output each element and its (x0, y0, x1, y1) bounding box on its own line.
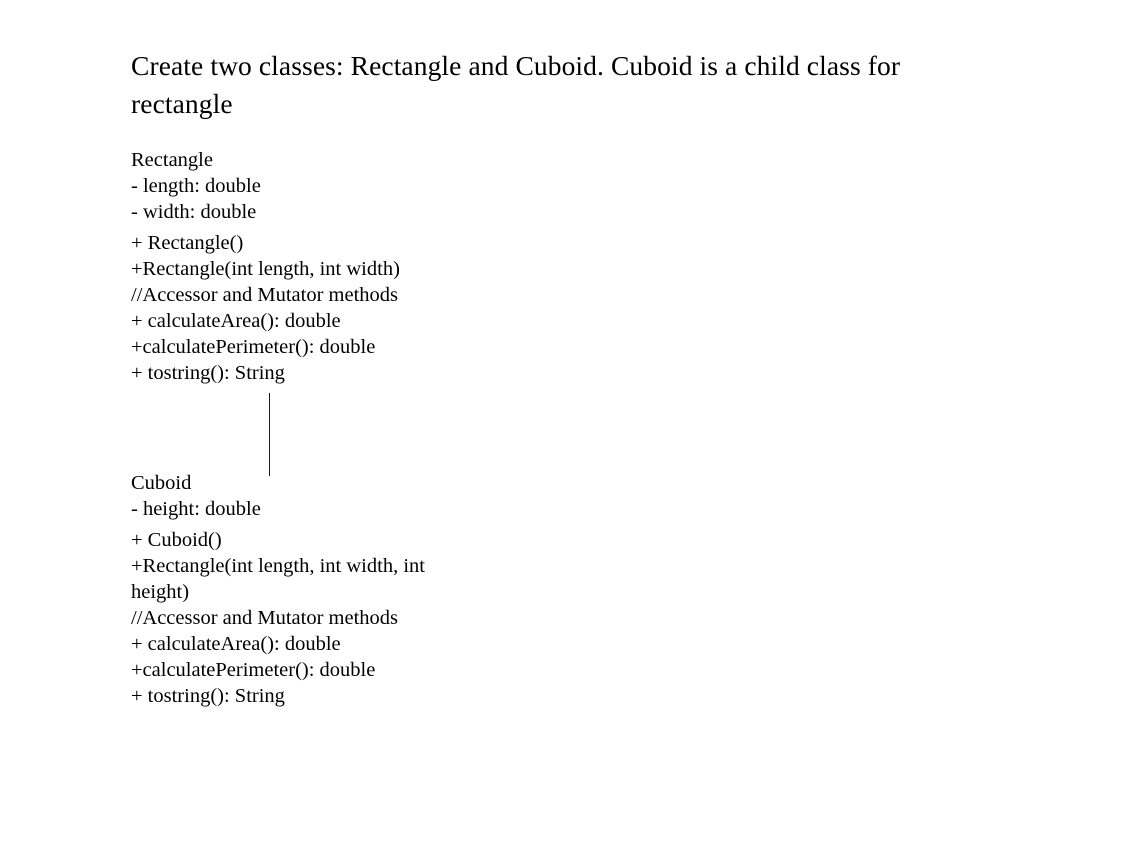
class-member: + tostring(): String (131, 685, 285, 707)
class-block-cuboid: Cuboid - height: double + Cuboid() +Rect… (131, 470, 471, 709)
member-list-rectangle: + Rectangle() +Rectangle(int length, int… (131, 230, 471, 386)
class-member: + calculateArea(): double (131, 633, 341, 655)
class-member-comment: //Accessor and Mutator methods (131, 607, 399, 629)
class-attribute: - width: double (131, 201, 257, 223)
class-name-rectangle: Rectangle (131, 149, 213, 171)
class-member: +Rectangle(int length, int width, int he… (131, 555, 425, 603)
class-member: + tostring(): String (131, 362, 285, 384)
class-member: + Rectangle() (131, 232, 244, 254)
attribute-list-rectangle: - length: double - width: double (131, 173, 471, 225)
class-member: +calculatePerimeter(): double (131, 336, 376, 358)
class-attribute: - height: double (131, 498, 261, 520)
class-member: + Cuboid() (131, 529, 222, 551)
class-member: +calculatePerimeter(): double (131, 659, 376, 681)
attribute-list-cuboid: - height: double (131, 496, 471, 522)
class-member: +Rectangle(int length, int width) (131, 258, 400, 280)
member-list-cuboid: + Cuboid() +Rectangle(int length, int wi… (131, 527, 471, 709)
class-member: + calculateArea(): double (131, 310, 341, 332)
inheritance-connector-line (269, 393, 270, 476)
class-member-comment: //Accessor and Mutator methods (131, 284, 399, 306)
class-name-cuboid: Cuboid (131, 472, 192, 494)
document-page: Create two classes: Rectangle and Cuboid… (0, 0, 1125, 850)
class-attribute: - length: double (131, 175, 261, 197)
page-title: Create two classes: Rectangle and Cuboid… (131, 50, 901, 120)
class-block-rectangle: Rectangle - length: double - width: doub… (131, 147, 471, 386)
